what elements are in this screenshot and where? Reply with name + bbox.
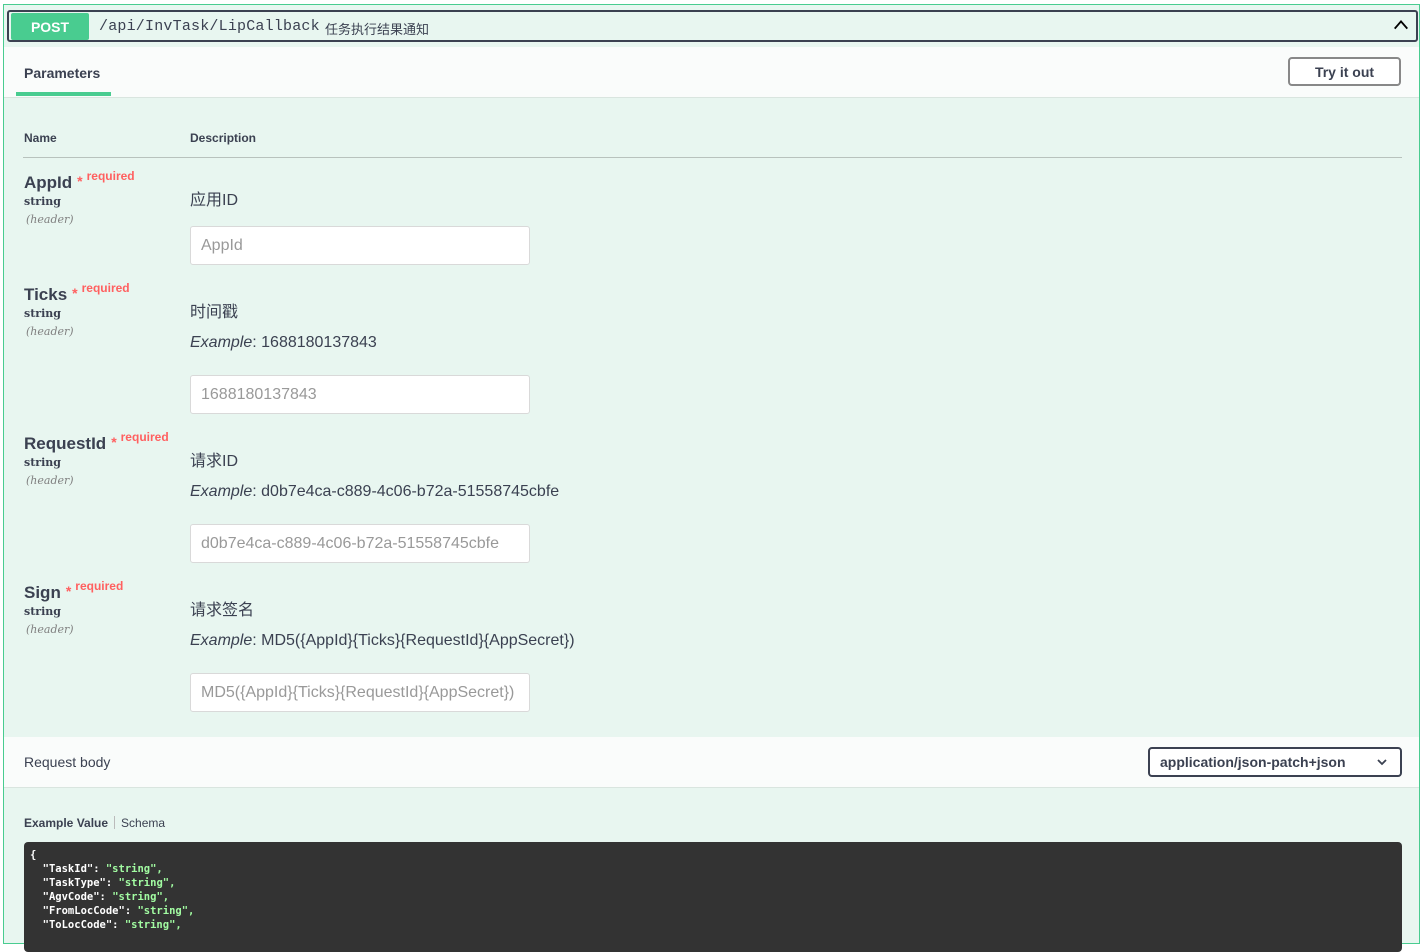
param-name-text: Ticks	[24, 285, 68, 304]
code-string: "string",	[105, 863, 163, 875]
param-name-text: AppId	[24, 173, 73, 192]
param-name-appid: AppId * required	[24, 169, 135, 193]
example-value: : d0b7e4ca-c889-4c06-b72a-51558745cbfe	[252, 483, 560, 500]
code-line: "TaskType": "string",	[30, 876, 1396, 890]
code-line: {	[30, 848, 1396, 862]
required-label: required	[120, 430, 169, 444]
param-description: 请求ID	[190, 453, 239, 470]
request-body-label: Request body	[24, 754, 111, 770]
param-location: (header)	[26, 325, 74, 338]
content-type-select[interactable]: application/json-patch+json	[1148, 747, 1402, 777]
ticks-input[interactable]	[190, 375, 530, 414]
operation-summary[interactable]: POST /api/InvTask/LipCallback 任务执行结果通知	[7, 10, 1418, 42]
code-line: "ToLocCode": "string",	[30, 918, 1396, 932]
param-description: 请求签名	[190, 602, 255, 619]
required-star: *	[77, 173, 83, 189]
try-it-out-button[interactable]: Try it out	[1288, 57, 1401, 86]
code-key: "FromLocCode":	[30, 905, 138, 917]
required-star: *	[65, 583, 72, 599]
param-description: 应用ID	[190, 192, 239, 209]
tab-separator	[114, 816, 116, 829]
param-name-text: Sign	[24, 583, 61, 602]
code-line: "AgvCode": "string",	[30, 890, 1396, 904]
code-string: "string",	[124, 919, 182, 931]
required-star: *	[72, 285, 78, 301]
chevron-down-icon	[1377, 759, 1387, 766]
example-label: Example	[190, 483, 253, 500]
example-value: : 1688180137843	[252, 334, 377, 351]
active-tab-indicator	[16, 92, 111, 96]
param-type: string	[24, 195, 61, 208]
code-string: "string",	[137, 905, 195, 917]
code-key: "AgvCode":	[30, 891, 113, 903]
param-example: Example: d0b7e4ca-c889-4c06-b72a-5155874…	[190, 483, 559, 501]
column-description-header: Description	[190, 131, 257, 145]
param-example: Example: 1688180137843	[190, 334, 377, 352]
param-type: string	[24, 307, 61, 320]
tab-parameters[interactable]: Parameters	[24, 65, 100, 81]
required-star: *	[111, 434, 117, 450]
content-type-value: application/json-patch+json	[1160, 754, 1346, 770]
code-key: {	[30, 849, 37, 861]
param-name-ticks: Ticks * required	[24, 281, 130, 305]
param-type: string	[24, 605, 61, 618]
param-example: Example: MD5({AppId}{Ticks}{RequestId}{A…	[190, 632, 575, 650]
example-tabs: Example Value Schema	[24, 816, 165, 830]
code-line: "TaskId": "string",	[30, 862, 1396, 876]
tab-schema[interactable]: Schema	[121, 816, 165, 830]
example-value: : MD5({AppId}{Ticks}{RequestId}{AppSecre…	[252, 632, 575, 649]
code-string: "string",	[112, 891, 170, 903]
param-location: (header)	[26, 213, 74, 226]
required-label: required	[86, 169, 135, 183]
required-label: required	[75, 579, 124, 593]
sign-input[interactable]	[190, 673, 530, 712]
param-location: (header)	[26, 474, 74, 487]
method-badge: POST	[11, 13, 89, 40]
header-divider	[23, 157, 1402, 158]
requestid-input[interactable]	[190, 524, 530, 563]
code-key: "TaskId":	[30, 863, 106, 875]
endpoint-path: /api/InvTask/LipCallback	[99, 18, 320, 35]
code-key: "TaskType":	[30, 877, 119, 889]
param-type: string	[24, 456, 61, 469]
chevron-up-icon[interactable]	[1392, 16, 1410, 34]
param-description: 时间戳	[190, 304, 239, 321]
param-location: (header)	[26, 623, 74, 636]
param-name-sign: Sign * required	[24, 579, 123, 603]
endpoint-description: 任务执行结果通知	[325, 22, 430, 37]
example-label: Example	[190, 632, 253, 649]
code-key: "ToLocCode":	[30, 919, 125, 931]
operation-block	[3, 4, 1420, 944]
parameters-header: Parameters Try it out	[4, 47, 1419, 98]
example-label: Example	[190, 334, 253, 351]
request-body-header: Request body application/json-patch+json	[4, 737, 1419, 788]
column-name-header: Name	[24, 131, 57, 145]
param-name-text: RequestId	[24, 434, 107, 453]
required-label: required	[81, 281, 130, 295]
appid-input[interactable]	[190, 226, 530, 265]
code-line: "FromLocCode": "string",	[30, 904, 1396, 918]
tab-example-value[interactable]: Example Value	[24, 816, 108, 830]
example-code-block: { "TaskId": "string", "TaskType": "strin…	[24, 842, 1402, 952]
code-string: "string",	[118, 877, 176, 889]
param-name-requestid: RequestId * required	[24, 430, 169, 454]
